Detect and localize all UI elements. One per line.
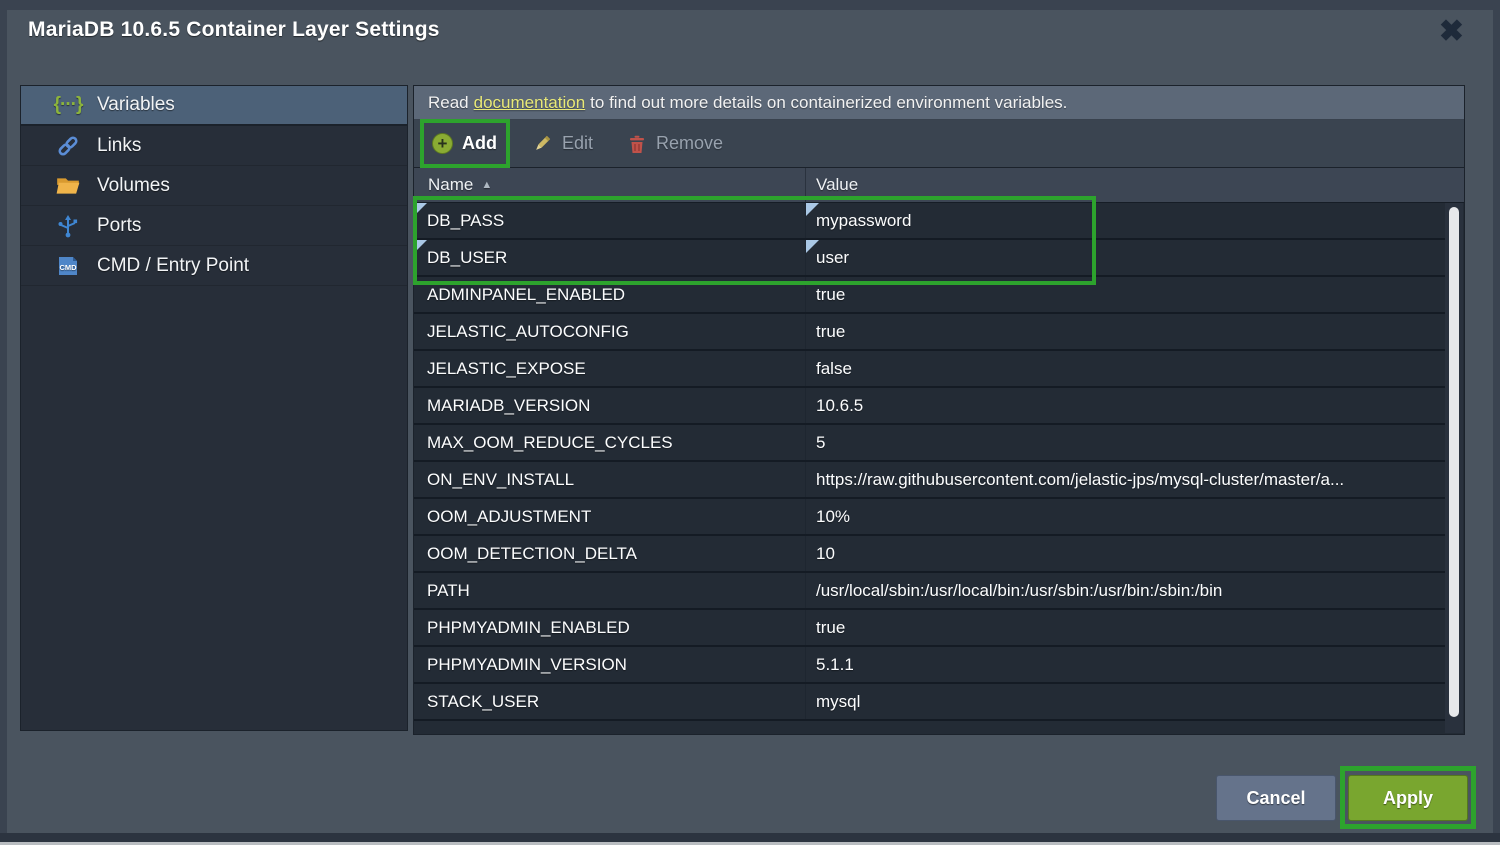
variable-name-cell: JELASTIC_EXPOSE	[414, 351, 806, 386]
variable-name-cell: DB_PASS	[414, 203, 806, 238]
info-bar: Read documentation to find out more deta…	[414, 86, 1464, 120]
sidebar-item-label: Variables	[97, 94, 175, 116]
table-row[interactable]: PATH /usr/local/sbin:/usr/local/bin:/usr…	[414, 573, 1446, 610]
documentation-link[interactable]: documentation	[474, 93, 586, 113]
edit-button[interactable]: Edit	[521, 120, 603, 167]
table-row[interactable]: ON_ENV_INSTALL https://raw.githubusercon…	[414, 462, 1446, 499]
remove-button-label: Remove	[656, 133, 723, 154]
table-row[interactable]: OOM_ADJUSTMENT 10%	[414, 499, 1446, 536]
trash-icon	[627, 133, 647, 155]
variable-name-cell: ON_ENV_INSTALL	[414, 462, 806, 497]
dialog-frame-right	[1493, 0, 1500, 845]
modified-cell-marker	[806, 240, 819, 253]
column-header-value[interactable]: Value	[806, 175, 1464, 195]
apply-button-label: Apply	[1383, 788, 1433, 809]
table-row[interactable]: STACK_USER mysql	[414, 684, 1446, 721]
sidebar-item-label: CMD / Entry Point	[97, 255, 249, 277]
table-row[interactable]: DB_USER user	[414, 240, 1446, 277]
sidebar-item-label: Ports	[97, 215, 141, 237]
cmd-file-icon: CMD	[53, 253, 83, 279]
table-row[interactable]: DB_PASS mypassword	[414, 203, 1446, 240]
variable-value-cell: /usr/local/sbin:/usr/local/bin:/usr/sbin…	[806, 573, 1446, 608]
dialog-title: MariaDB 10.6.5 Container Layer Settings	[28, 18, 440, 41]
dialog-frame-top	[0, 0, 1500, 10]
table-row[interactable]: PHPMYADMIN_ENABLED true	[414, 610, 1446, 647]
variable-name-cell: DB_USER	[414, 240, 806, 275]
variable-name-cell: OOM_ADJUSTMENT	[414, 499, 806, 534]
column-header-name[interactable]: Name ▲	[414, 168, 806, 202]
cancel-button[interactable]: Cancel	[1216, 775, 1336, 821]
variable-value-cell: 5	[806, 425, 1446, 460]
variable-name-cell: PHPMYADMIN_VERSION	[414, 647, 806, 682]
variable-value-cell: 10.6.5	[806, 388, 1446, 423]
variable-value-cell: mypassword	[806, 203, 1446, 238]
sidebar-item-label: Volumes	[97, 175, 170, 197]
toolbar: + Add Edit	[414, 120, 1464, 168]
sidebar: {···} Variables Links Volumes	[20, 85, 408, 731]
sort-asc-icon: ▲	[481, 179, 492, 191]
variable-value-cell: 10	[806, 536, 1446, 571]
variable-name-cell: STACK_USER	[414, 684, 806, 719]
variable-value-cell: false	[806, 351, 1446, 386]
info-text-suffix: to find out more details on containerize…	[590, 93, 1067, 113]
modified-cell-marker	[806, 203, 819, 216]
sidebar-item-label: Links	[97, 135, 141, 157]
variable-value-cell: true	[806, 277, 1446, 312]
sidebar-item-variables[interactable]: {···} Variables	[21, 86, 407, 126]
variable-name-cell: PATH	[414, 573, 806, 608]
variable-name-cell: MAX_OOM_REDUCE_CYCLES	[414, 425, 806, 460]
folder-icon	[53, 173, 83, 199]
variable-name-cell: MARIADB_VERSION	[414, 388, 806, 423]
chain-link-icon	[53, 133, 83, 159]
variables-panel: Read documentation to find out more deta…	[413, 85, 1465, 735]
table-row[interactable]: ADMINPANEL_ENABLED true	[414, 277, 1446, 314]
braces-icon: {···}	[53, 94, 83, 116]
table-header: Name ▲ Value	[414, 168, 1464, 203]
variable-value-cell: https://raw.githubusercontent.com/jelast…	[806, 462, 1446, 497]
scrollbar-track[interactable]	[1445, 203, 1463, 733]
table-row[interactable]: JELASTIC_EXPOSE false	[414, 351, 1446, 388]
apply-button[interactable]: Apply	[1348, 775, 1468, 821]
usb-icon	[53, 214, 83, 238]
variable-name-cell: PHPMYADMIN_ENABLED	[414, 610, 806, 645]
modified-cell-marker	[414, 203, 427, 216]
variable-value-cell: mysql	[806, 684, 1446, 719]
sidebar-item-cmd-entry-point[interactable]: CMD CMD / Entry Point	[21, 246, 407, 286]
variable-name-cell: ADMINPANEL_ENABLED	[414, 277, 806, 312]
variable-name-cell: OOM_DETECTION_DELTA	[414, 536, 806, 571]
add-button-label: Add	[462, 133, 497, 154]
info-text-prefix: Read	[428, 93, 469, 113]
sidebar-item-volumes[interactable]: Volumes	[21, 166, 407, 206]
variable-value-cell: true	[806, 610, 1446, 645]
close-icon[interactable]: ✖	[1439, 14, 1464, 50]
sidebar-item-ports[interactable]: Ports	[21, 206, 407, 246]
titlebar: MariaDB 10.6.5 Container Layer Settings …	[28, 18, 1472, 54]
modified-cell-marker	[414, 240, 427, 253]
pencil-icon	[531, 133, 553, 155]
edit-button-label: Edit	[562, 133, 593, 154]
variable-value-cell: 5.1.1	[806, 647, 1446, 682]
remove-button[interactable]: Remove	[617, 120, 733, 167]
plus-circle-icon: +	[432, 133, 453, 154]
table-row[interactable]: MAX_OOM_REDUCE_CYCLES 5	[414, 425, 1446, 462]
variable-name-cell: JELASTIC_AUTOCONFIG	[414, 314, 806, 349]
variable-value-cell: true	[806, 314, 1446, 349]
add-button[interactable]: + Add	[422, 120, 507, 167]
dialog-frame-left	[0, 0, 7, 845]
sidebar-item-links[interactable]: Links	[21, 126, 407, 166]
scrollbar-thumb[interactable]	[1449, 207, 1459, 717]
table-row[interactable]: OOM_DETECTION_DELTA 10	[414, 536, 1446, 573]
cancel-button-label: Cancel	[1246, 788, 1305, 809]
variable-value-cell: 10%	[806, 499, 1446, 534]
table-row[interactable]: JELASTIC_AUTOCONFIG true	[414, 314, 1446, 351]
table-body: DB_PASS mypassword DB_USER user ADMINPAN…	[414, 203, 1446, 736]
table-row[interactable]: MARIADB_VERSION 10.6.5	[414, 388, 1446, 425]
variable-value-cell: user	[806, 240, 1446, 275]
table-row[interactable]: PHPMYADMIN_VERSION 5.1.1	[414, 647, 1446, 684]
svg-text:CMD: CMD	[59, 263, 77, 272]
